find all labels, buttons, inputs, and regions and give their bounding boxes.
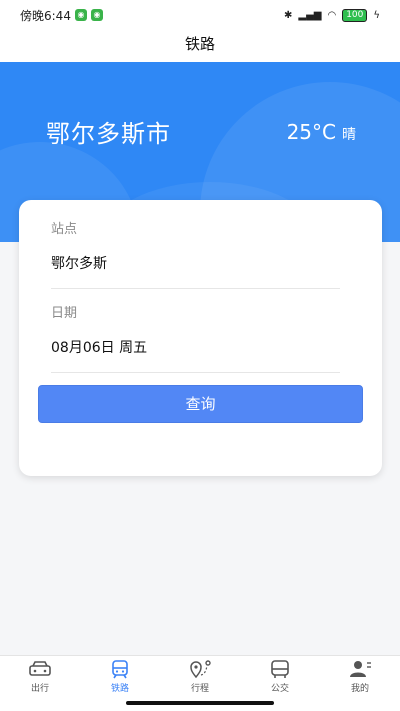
tab-travel[interactable]: 出行 [0, 656, 80, 697]
charging-icon: ϟ [373, 9, 380, 21]
wifi-icon: ◠ [327, 9, 337, 21]
date-label: 日期 [51, 306, 78, 321]
status-left: 傍晚6:44 ◉ ◉ [20, 7, 103, 24]
status-bar: 傍晚6:44 ◉ ◉ ✱ ▂▄▆ ◠ 100 ϟ [0, 0, 400, 30]
search-card: 站点 鄂尔多斯 日期 08月06日 周五 查询 [19, 200, 382, 476]
car-icon [29, 661, 51, 676]
home-indicator[interactable] [126, 701, 274, 705]
weather-info: 25°C 晴 [287, 120, 356, 144]
weather-condition: 晴 [342, 127, 356, 143]
status-time: 傍晚6:44 [20, 8, 71, 23]
tab-railway[interactable]: 铁路 [80, 656, 160, 697]
query-button[interactable]: 查询 [38, 385, 363, 423]
tab-label: 我的 [350, 684, 369, 694]
city-name: 鄂尔多斯市 [46, 120, 171, 148]
tab-label: 出行 [30, 684, 49, 694]
tab-profile[interactable]: 我的 [320, 656, 400, 697]
status-right: ✱ ▂▄▆ ◠ 100 ϟ [284, 8, 380, 22]
tab-bus[interactable]: 公交 [240, 656, 320, 697]
date-value[interactable]: 08月06日 周五 [51, 337, 340, 372]
date-field[interactable]: 日期 08月06日 周五 [51, 302, 340, 373]
bus-icon [271, 660, 289, 678]
bottom-tab-bar: 出行 铁路 行程 公交 我的 [0, 655, 400, 697]
station-value[interactable]: 鄂尔多斯 [51, 253, 340, 288]
bluetooth-icon: ✱ [284, 9, 293, 21]
route-icon [190, 660, 211, 679]
battery-icon: 100 [342, 8, 368, 22]
page-title: 铁路 [184, 35, 215, 53]
tab-itinerary[interactable]: 行程 [160, 656, 240, 697]
tab-label: 行程 [190, 684, 209, 694]
train-icon [112, 660, 128, 679]
nav-bar: 铁路 [0, 30, 400, 62]
profile-icon [350, 661, 371, 677]
notification-app-icon: ◉ [74, 9, 87, 21]
station-label: 站点 [51, 222, 78, 237]
station-field[interactable]: 站点 鄂尔多斯 [51, 218, 340, 289]
home-bar [0, 697, 400, 711]
temperature: 25°C [286, 120, 336, 144]
tab-label: 铁路 [110, 684, 129, 694]
signal-icon: ▂▄▆ [298, 9, 322, 21]
notification-app-icon: ◉ [90, 9, 103, 21]
tab-label: 公交 [270, 684, 289, 694]
